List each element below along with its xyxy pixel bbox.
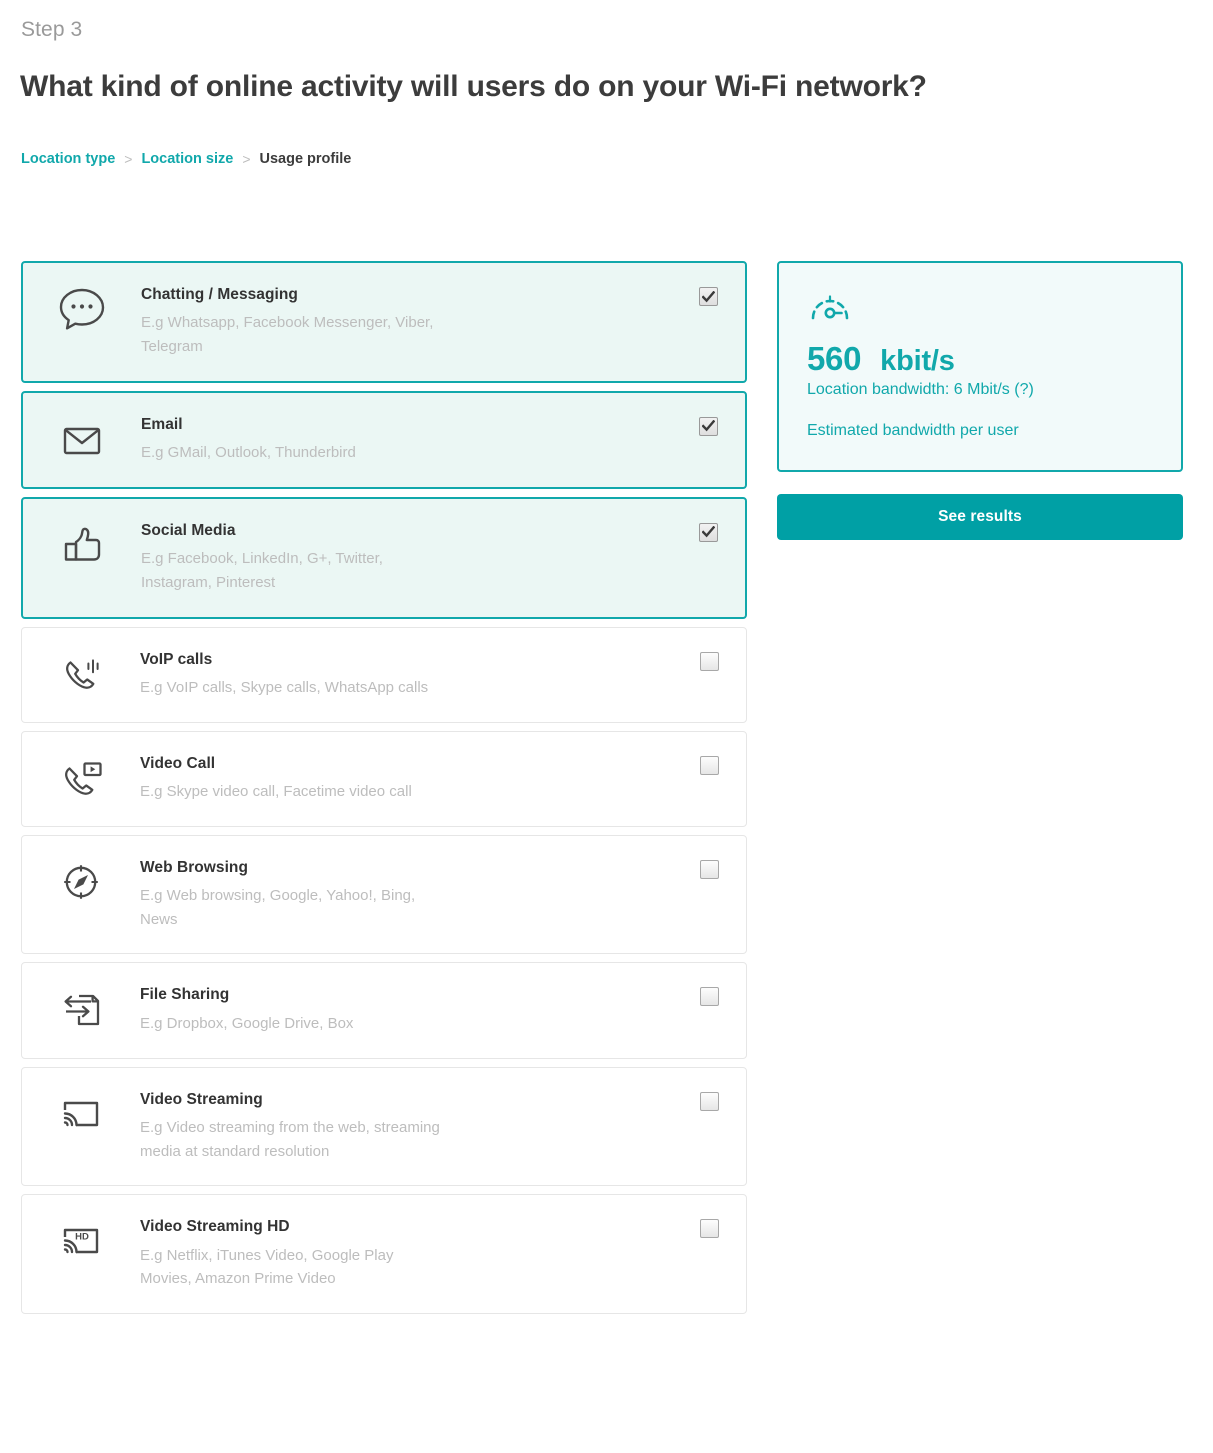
activity-checkbox-wrap[interactable] [690, 858, 728, 879]
phone-video-icon [22, 754, 140, 800]
thumbs-up-icon [23, 521, 141, 567]
activity-card-body: Chatting / Messaging E.g Whatsapp, Faceb… [141, 285, 689, 359]
activity-checkbox-wrap[interactable] [690, 754, 728, 775]
breadcrumb-item-location-type[interactable]: Location type [21, 151, 115, 167]
activity-description: E.g GMail, Outlook, Thunderbird [141, 444, 356, 462]
page-title: What kind of online activity will users … [20, 70, 927, 103]
activity-card-web-browsing[interactable]: Web Browsing E.g Web browsing, Google, Y… [21, 834, 747, 955]
activity-description: E.g Whatsapp, Facebook Messenger, Viber,… [141, 314, 434, 356]
activity-title: Chatting / Messaging [141, 286, 298, 303]
activity-title: VoIP calls [140, 650, 213, 668]
activity-card-body: Video Streaming HD E.g Netflix, iTunes V… [140, 1217, 690, 1291]
activity-description: E.g Dropbox, Google Drive, Box [140, 1014, 354, 1032]
activity-description: E.g Netflix, iTunes Video, Google Play M… [140, 1246, 394, 1288]
activity-card-file-sharing[interactable]: File Sharing E.g Dropbox, Google Drive, … [21, 962, 747, 1059]
breadcrumb-item-location-size[interactable]: Location size [141, 151, 233, 167]
bandwidth-note: Estimated bandwidth per user [807, 422, 1019, 439]
activity-card-body: Web Browsing E.g Web browsing, Google, Y… [140, 858, 690, 932]
activity-title: Video Call [140, 754, 216, 772]
activity-list: Chatting / Messaging E.g Whatsapp, Faceb… [21, 261, 747, 1322]
check-icon [701, 420, 715, 432]
breadcrumb-item-usage-profile: Usage profile [259, 151, 352, 167]
activity-card-body: VoIP calls E.g VoIP calls, Skype calls, … [140, 650, 690, 700]
checkbox-video-streaming[interactable] [699, 1091, 719, 1111]
breadcrumb-separator-icon: > [124, 151, 133, 167]
activity-card-body: Video Call E.g Skype video call, Facetim… [140, 754, 690, 804]
activity-card-voip-calls[interactable]: VoIP calls E.g VoIP calls, Skype calls, … [21, 626, 747, 723]
activity-description: E.g Skype video call, Facetime video cal… [140, 783, 412, 800]
activity-checkbox-wrap[interactable] [690, 650, 728, 671]
envelope-icon [23, 415, 141, 461]
checkbox-web-browsing[interactable] [699, 859, 719, 879]
activity-checkbox-wrap[interactable] [690, 1090, 728, 1111]
breadcrumb-separator-icon: > [242, 151, 251, 167]
bandwidth-value: 560 [807, 340, 862, 377]
activity-card-body: File Sharing E.g Dropbox, Google Drive, … [140, 985, 690, 1035]
activity-card-body: Email E.g GMail, Outlook, Thunderbird [141, 415, 689, 465]
location-bandwidth-text[interactable]: Location bandwidth: 6 Mbit/s (?) [807, 381, 1153, 399]
cast-screen-hd-icon: HD [22, 1217, 140, 1263]
checkbox-video-streaming-hd[interactable] [699, 1219, 719, 1239]
step-label: Step 3 [21, 18, 83, 41]
activity-card-video-streaming-hd[interactable]: HD Video Streaming HD E.g Netflix, iTune… [21, 1194, 747, 1314]
checkbox-email[interactable] [698, 416, 718, 436]
activity-card-video-streaming[interactable]: Video Streaming E.g Video streaming from… [21, 1066, 747, 1187]
compass-icon [22, 858, 140, 904]
checkbox-social-media[interactable] [698, 522, 718, 542]
see-results-button[interactable]: See results [777, 494, 1183, 540]
activity-card-chatting-messaging[interactable]: Chatting / Messaging E.g Whatsapp, Faceb… [21, 261, 747, 383]
activity-checkbox-wrap[interactable] [689, 285, 727, 306]
activity-description: E.g VoIP calls, Skype calls, WhatsApp ca… [140, 678, 429, 696]
activity-checkbox-wrap[interactable] [690, 1217, 728, 1239]
checkbox-voip-calls[interactable] [699, 651, 719, 671]
speedometer-icon [807, 289, 1153, 330]
check-icon [701, 526, 715, 538]
breadcrumb: Location type > Location size > Usage pr… [21, 151, 351, 167]
checkbox-video-call[interactable] [699, 755, 719, 775]
activity-checkbox-wrap[interactable] [690, 985, 728, 1007]
bandwidth-unit: kbit/s [880, 345, 955, 377]
bandwidth-value-row: 560 kbit/s [807, 340, 1153, 378]
activity-card-video-call[interactable]: Video Call E.g Skype video call, Facetim… [21, 730, 747, 827]
cast-screen-icon [22, 1090, 140, 1136]
activity-title: File Sharing [140, 986, 230, 1004]
activity-description: E.g Facebook, LinkedIn, G+, Twitter, Ins… [141, 550, 383, 591]
activity-card-social-media[interactable]: Social Media E.g Facebook, LinkedIn, G+,… [21, 496, 747, 619]
bandwidth-panel: 560 kbit/s Location bandwidth: 6 Mbit/s … [777, 261, 1183, 472]
activity-title: Web Browsing [140, 858, 248, 876]
activity-title: Social Media [141, 521, 236, 539]
checkbox-chatting-messaging[interactable] [698, 287, 718, 306]
activity-card-body: Video Streaming E.g Video streaming from… [140, 1090, 690, 1164]
activity-card-body: Social Media E.g Facebook, LinkedIn, G+,… [141, 521, 689, 595]
activity-description: E.g Video streaming from the web, stream… [140, 1118, 440, 1160]
bandwidth-sidebar: 560 kbit/s Location bandwidth: 6 Mbit/s … [777, 261, 1183, 540]
activity-title: Video Streaming [140, 1090, 263, 1108]
chat-bubble-icon [23, 285, 141, 331]
activity-card-email[interactable]: Email E.g GMail, Outlook, Thunderbird [21, 390, 747, 489]
phone-waves-icon [22, 650, 140, 696]
activity-title: Email [141, 415, 183, 433]
activity-description: E.g Web browsing, Google, Yahoo!, Bing, … [140, 887, 416, 928]
check-icon [701, 290, 715, 302]
svg-text:HD: HD [75, 1232, 89, 1243]
activity-title: Video Streaming HD [140, 1218, 290, 1236]
checkbox-file-sharing[interactable] [699, 987, 719, 1007]
file-transfer-icon [22, 985, 140, 1031]
activity-checkbox-wrap[interactable] [689, 521, 727, 542]
activity-checkbox-wrap[interactable] [689, 415, 727, 436]
